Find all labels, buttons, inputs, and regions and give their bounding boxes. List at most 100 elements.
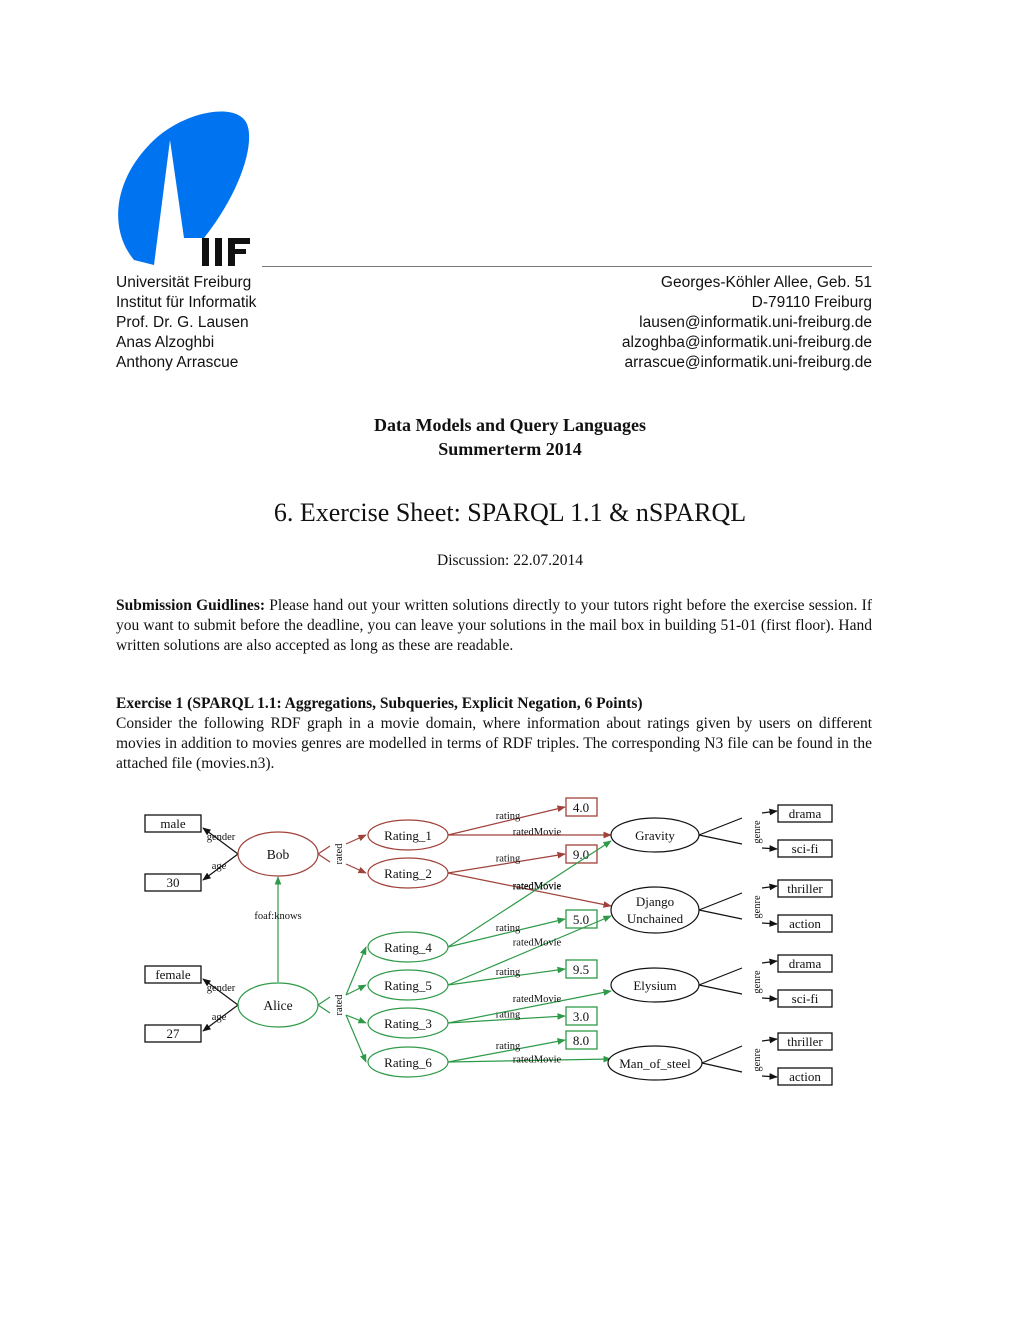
foaf-knows-label: foaf:knows: [254, 911, 301, 922]
rating-node-label: Rating_2: [384, 866, 432, 881]
rated-movie-label: ratedMovie: [513, 1055, 562, 1066]
genre-edge: [701, 1062, 743, 1073]
genre-literal-value: sci-fi: [792, 991, 819, 1006]
rated-stub: [317, 1004, 331, 1014]
rated-movie-label: ratedMovie: [513, 827, 562, 838]
rating-value: 9.5: [573, 962, 589, 977]
exercise-1-text: Consider the following RDF graph in a mo…: [116, 715, 872, 772]
movie-node-label: Unchained: [627, 911, 684, 926]
age-literal-value: 30: [167, 875, 180, 890]
movie-node-label: Gravity: [635, 828, 675, 843]
gender-label: gender: [207, 832, 236, 843]
professor-email[interactable]: lausen@informatik.uni-freiburg.de: [622, 313, 872, 333]
genre-literal-value: drama: [789, 956, 822, 971]
genre-literal-value: drama: [789, 806, 822, 821]
institution-address: Universität Freiburg Institut für Inform…: [116, 273, 256, 373]
rating-label: rating: [496, 1041, 521, 1052]
genre-edge: [698, 967, 743, 986]
rating-value: 5.0: [573, 912, 589, 927]
genre-literal-value: thriller: [787, 881, 823, 896]
genre-literal-value: action: [789, 1069, 821, 1084]
tutor-name-1: Anas Alzoghbi: [116, 334, 215, 351]
tutor-email-2[interactable]: arrascue@informatik.uni-freiburg.de: [622, 353, 872, 373]
genre-literal-value: thriller: [787, 1034, 823, 1049]
genre-edge: [698, 909, 743, 920]
rated-label: rated: [334, 994, 345, 1016]
gender-literal-value: male: [160, 816, 185, 831]
gender-literal-value: female: [155, 967, 191, 982]
genre-arrow: [761, 845, 778, 852]
genre-edge: [698, 984, 743, 995]
rating-label: rating: [496, 967, 521, 978]
rated-movie-label: ratedMovie: [513, 938, 562, 949]
logo-letters: [202, 238, 250, 266]
genre-arrow: [761, 1036, 778, 1044]
professor-name: Prof. Dr. G. Lausen: [116, 314, 249, 331]
tutor-email-1[interactable]: alzoghba@informatik.uni-freiburg.de: [622, 333, 872, 353]
course-title: Data Models and Query Languages: [373, 415, 647, 435]
movie-node-label: Elysium: [633, 978, 676, 993]
genre-edge: [698, 834, 743, 845]
genre-arrow: [761, 808, 778, 816]
genre-label: genre: [752, 970, 763, 994]
rated-edge: [345, 863, 367, 874]
rated-stub: [317, 996, 331, 1006]
iif-logo: [118, 111, 250, 266]
rating-label: rating: [496, 923, 521, 934]
submission-guidelines: Submission Guidlines: Please hand out yo…: [116, 596, 872, 656]
genre-arrow: [761, 958, 778, 966]
genre-edge: [698, 892, 743, 911]
genre-label: genre: [752, 895, 763, 919]
genre-arrow: [761, 920, 778, 927]
user-node-label: Alice: [263, 998, 292, 1013]
submission-label: Submission Guidlines:: [116, 597, 266, 614]
rated-edge: [345, 834, 367, 845]
rating-label: rating: [496, 811, 521, 822]
movie-node-label: Django: [636, 894, 674, 909]
institute-name: Institut für Informatik: [116, 294, 257, 311]
rating-label: rating: [496, 854, 521, 865]
rating-value: 4.0: [573, 800, 589, 815]
rated-stub: [317, 845, 331, 855]
movie-node-label: Man_of_steel: [619, 1056, 691, 1071]
rated-movie-label: ratedMovie: [513, 994, 562, 1005]
rating-node-label: Rating_6: [384, 1055, 432, 1070]
genre-edge: [701, 1045, 743, 1064]
tutor-name-2: Anthony Arrascue: [116, 354, 239, 371]
university-name: Universität Freiburg: [116, 274, 252, 291]
rating-node-label: Rating_4: [384, 940, 432, 955]
sheet-title: 6. Exercise Sheet: SPARQL 1.1 & nSPARQL: [273, 498, 747, 527]
rated-stub: [317, 853, 331, 863]
contact-info: Georges-Köhler Allee, Geb. 51 D-79110 Fr…: [622, 273, 872, 373]
gender-label: gender: [207, 983, 236, 994]
genre-edge: [698, 817, 743, 836]
rating-node-label: Rating_3: [384, 1016, 432, 1031]
genre-arrow: [761, 883, 778, 891]
exercise-1-heading: Exercise 1 (SPARQL 1.1: Aggregations, Su…: [116, 695, 643, 712]
rated-label: rated: [334, 843, 345, 865]
term: Summerterm 2014: [438, 439, 582, 459]
street-address: Georges-Köhler Allee, Geb. 51: [660, 274, 872, 291]
header-rule: [262, 266, 872, 267]
city-address: D-79110 Freiburg: [751, 294, 872, 311]
rating-value: 3.0: [573, 1009, 589, 1024]
genre-arrow: [761, 995, 778, 1002]
rated-movie-edge: [447, 840, 612, 948]
discussion-date: Discussion: 22.07.2014: [437, 552, 583, 569]
user-node-label: Bob: [267, 847, 290, 862]
rated-edge: [345, 946, 367, 996]
age-label: age: [212, 1012, 227, 1023]
age-label: age: [212, 861, 227, 872]
genre-literal-value: action: [789, 916, 821, 931]
genre-literal-value: sci-fi: [792, 841, 819, 856]
rdf-graph: foaf:knows gender age male 30 Bob rated gender a…: [144, 797, 833, 1086]
rating-node-label: Rating_1: [384, 828, 432, 843]
rated-movie-label: ratedMovie: [513, 881, 562, 892]
genre-arrow: [761, 1073, 778, 1080]
rating-node-label: Rating_5: [384, 978, 432, 993]
rating-value: 8.0: [573, 1033, 589, 1048]
rating-value: 9.0: [573, 847, 589, 862]
age-literal-value: 27: [167, 1026, 181, 1041]
genre-label: genre: [752, 1048, 763, 1072]
exercise-1: Exercise 1 (SPARQL 1.1: Aggregations, Su…: [116, 694, 872, 774]
